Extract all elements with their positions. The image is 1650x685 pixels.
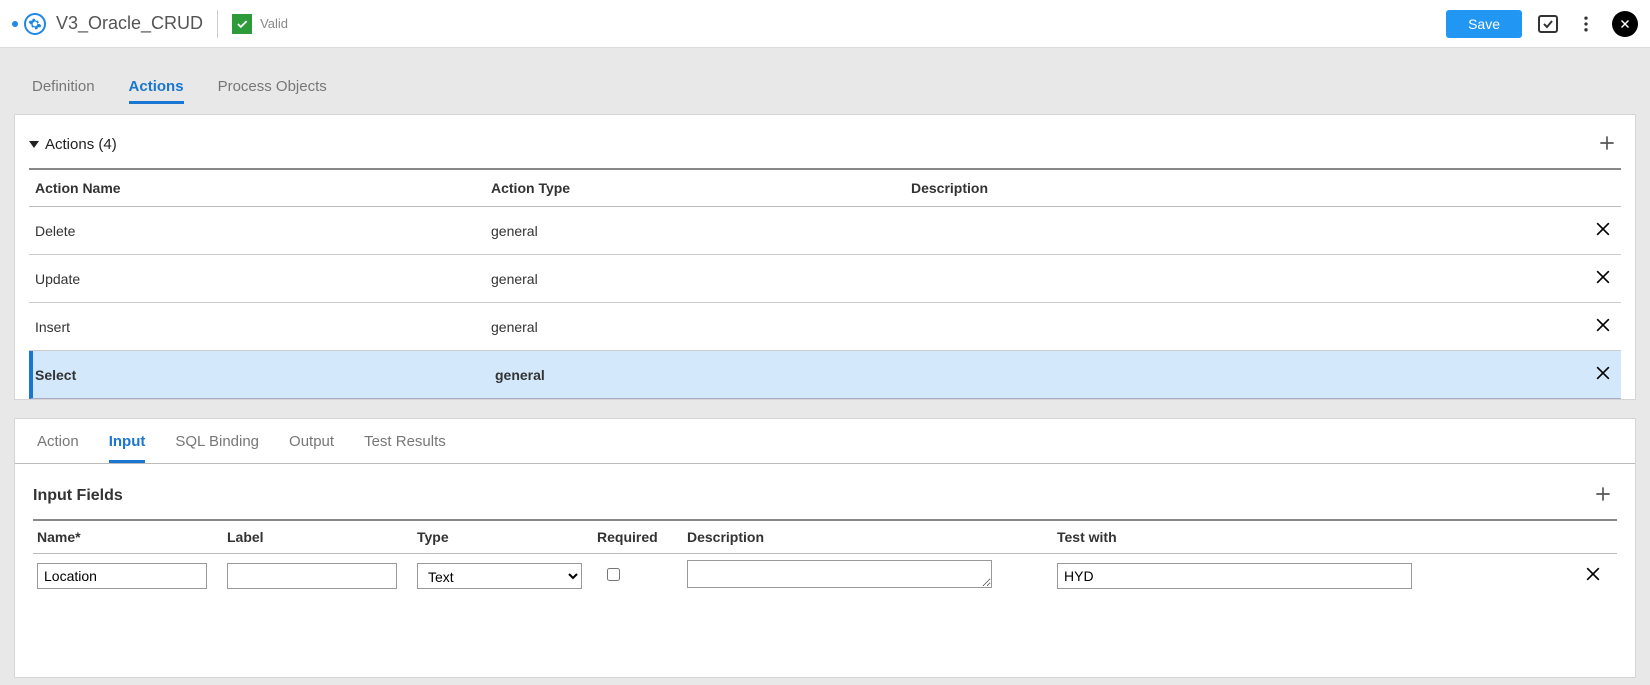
col-if-label: Label bbox=[227, 529, 417, 545]
add-action-icon[interactable] bbox=[1593, 129, 1621, 160]
action-row[interactable]: Insert general bbox=[29, 303, 1621, 351]
action-row[interactable]: Update general bbox=[29, 255, 1621, 303]
input-fields-table: Name* Label Type Required Description Te… bbox=[33, 519, 1617, 597]
if-name-input[interactable] bbox=[37, 563, 207, 589]
action-row[interactable]: Delete general bbox=[29, 207, 1621, 255]
divider bbox=[217, 10, 218, 38]
input-fields-header: Input Fields bbox=[33, 480, 1617, 511]
col-if-desc: Description bbox=[687, 529, 1057, 545]
add-input-field-icon[interactable] bbox=[1589, 480, 1617, 511]
actions-panel: Actions (4) Action Name Action Type Desc… bbox=[14, 114, 1636, 400]
more-menu-icon[interactable] bbox=[1574, 12, 1598, 36]
tab-actions[interactable]: Actions bbox=[129, 78, 184, 104]
if-desc-textarea[interactable] bbox=[687, 560, 992, 588]
if-required-checkbox[interactable] bbox=[607, 568, 620, 581]
if-test-input[interactable] bbox=[1057, 563, 1412, 589]
valid-check-icon bbox=[232, 14, 252, 34]
save-button[interactable]: Save bbox=[1446, 10, 1522, 38]
validate-icon[interactable] bbox=[1536, 12, 1560, 36]
col-action-type: Action Type bbox=[491, 180, 911, 196]
sub-tabs: Action Input SQL Binding Output Test Res… bbox=[15, 419, 1635, 464]
delete-row-icon[interactable] bbox=[1579, 315, 1619, 338]
delete-row-icon[interactable] bbox=[1579, 267, 1619, 290]
delete-input-field-icon[interactable] bbox=[1427, 564, 1613, 587]
action-name-cell: Select bbox=[35, 367, 495, 383]
actions-table-header: Action Name Action Type Description bbox=[29, 170, 1621, 207]
topbar-actions: Save bbox=[1446, 10, 1638, 38]
action-type-cell: general bbox=[495, 367, 915, 383]
delete-row-icon[interactable] bbox=[1579, 219, 1619, 242]
input-fields-table-header: Name* Label Type Required Description Te… bbox=[33, 521, 1617, 554]
col-if-test: Test with bbox=[1057, 529, 1427, 545]
delete-row-icon[interactable] bbox=[1579, 363, 1619, 386]
page-title: V3_Oracle_CRUD bbox=[56, 13, 203, 34]
actions-table: Action Name Action Type Description Dele… bbox=[29, 168, 1621, 399]
action-name-cell: Update bbox=[31, 271, 491, 287]
actions-section-header: Actions (4) bbox=[29, 125, 1621, 168]
subtab-input[interactable]: Input bbox=[109, 433, 146, 463]
subtab-sql-binding[interactable]: SQL Binding bbox=[175, 433, 259, 463]
if-label-input[interactable] bbox=[227, 563, 397, 589]
tab-definition[interactable]: Definition bbox=[32, 78, 95, 104]
action-name-cell: Insert bbox=[31, 319, 491, 335]
close-icon[interactable] bbox=[1612, 11, 1638, 37]
valid-status-text: Valid bbox=[260, 16, 288, 31]
action-row-selected[interactable]: Select general bbox=[29, 351, 1621, 399]
action-type-cell: general bbox=[491, 319, 911, 335]
action-detail-panel: Action Input SQL Binding Output Test Res… bbox=[14, 418, 1636, 678]
col-if-required: Required bbox=[597, 529, 687, 545]
caret-down-icon[interactable] bbox=[29, 141, 39, 148]
col-if-type: Type bbox=[417, 529, 597, 545]
action-name-cell: Delete bbox=[31, 223, 491, 239]
unsaved-indicator-dot bbox=[12, 21, 18, 27]
subtab-action[interactable]: Action bbox=[37, 433, 79, 463]
actions-section-title: Actions (4) bbox=[45, 136, 117, 153]
top-bar: V3_Oracle_CRUD Valid Save bbox=[0, 0, 1650, 48]
content-wrap: Definition Actions Process Objects Actio… bbox=[0, 48, 1650, 678]
col-if-name: Name* bbox=[37, 529, 227, 545]
input-fields-title: Input Fields bbox=[33, 487, 123, 505]
subtab-output[interactable]: Output bbox=[289, 433, 334, 463]
action-type-cell: general bbox=[491, 271, 911, 287]
subtab-test-results[interactable]: Test Results bbox=[364, 433, 446, 463]
action-type-cell: general bbox=[491, 223, 911, 239]
gear-icon bbox=[24, 13, 46, 35]
input-field-row: Text bbox=[33, 554, 1617, 597]
if-type-select[interactable]: Text bbox=[417, 563, 582, 589]
col-action-desc: Description bbox=[911, 180, 1579, 196]
main-tabs: Definition Actions Process Objects bbox=[14, 78, 1636, 114]
tab-process-objects[interactable]: Process Objects bbox=[218, 78, 327, 104]
col-action-name: Action Name bbox=[31, 180, 491, 196]
